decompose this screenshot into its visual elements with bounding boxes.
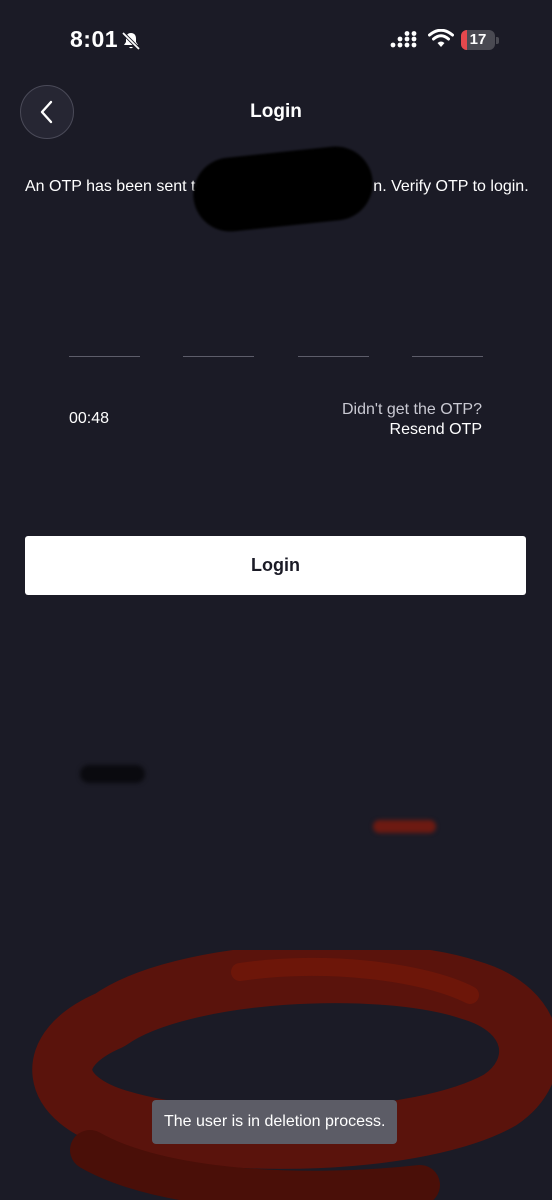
signal-icon — [390, 31, 417, 48]
battery-cap — [496, 37, 499, 44]
wifi-icon — [428, 29, 454, 47]
resend-otp-link[interactable]: Resend OTP — [390, 421, 482, 439]
page-title: Login — [250, 101, 302, 122]
otp-digit-input-1[interactable] — [69, 356, 140, 357]
otp-digit-input-4[interactable] — [412, 356, 483, 357]
otp-digit-input-3[interactable] — [298, 356, 369, 357]
battery-level-text: 17 — [469, 31, 487, 48]
otp-digit-input-2[interactable] — [183, 356, 254, 357]
toast-message: The user is in deletion process. — [152, 1100, 398, 1144]
login-button[interactable]: Login — [25, 536, 526, 595]
status-time: 8:01 — [70, 26, 119, 52]
redaction-scribble — [80, 765, 145, 783]
redaction-scribble — [189, 142, 377, 236]
otp-countdown-timer: 00:48 — [69, 410, 110, 427]
resend-hint-text: Didn't get the OTP? — [341, 401, 482, 418]
bell-slash-icon — [121, 31, 141, 51]
red-scribble-circle — [32, 950, 552, 1200]
red-scribble-mark — [373, 820, 436, 833]
battery-icon: 17 — [461, 30, 495, 50]
